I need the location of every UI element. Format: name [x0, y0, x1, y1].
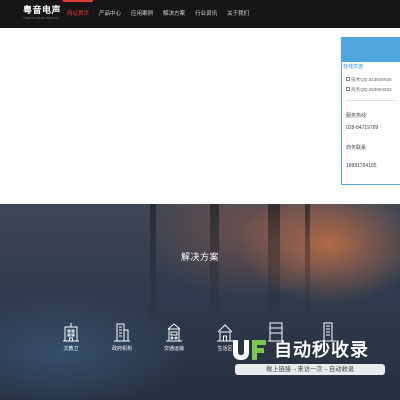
solutions-title: 解决方案: [180, 252, 219, 262]
government-building-icon: [114, 323, 130, 342]
nav-about[interactable]: 关于我们: [223, 0, 253, 28]
background-decoration: [150, 204, 156, 324]
nav-cases[interactable]: 应用案例: [127, 0, 157, 28]
watermark-badge[interactable]: 自动秒收录 做上链接→来访一次→自动收录: [229, 332, 394, 380]
tech-qq-text: 技术QQ:343936925: [351, 77, 392, 82]
nav-home[interactable]: 网站首页: [63, 0, 94, 28]
business-phone: 18981784165: [346, 163, 377, 169]
watermark-title: 自动秒收录: [274, 340, 369, 360]
background-decoration: [268, 204, 280, 324]
online-service-panel: 在线交流 技术QQ:343936925 商务QQ:283984932 服务热线:…: [341, 37, 400, 185]
service-panel-header: [342, 38, 400, 62]
main-nav: 网站首页 产品中心 应用案例 解决方案 行业资讯 关于我们: [63, 0, 255, 28]
category-transport[interactable]: 交通运输: [154, 321, 194, 352]
nav-news[interactable]: 行业资讯: [191, 0, 221, 28]
hotline-number: 028-84719789: [346, 125, 379, 131]
logo-english-name: YUEYIN ELECTRONIC: [23, 16, 60, 20]
top-nav-bar: 粤音电声 YUEYIN ELECTRONIC 网站首页 产品中心 应用案例 解决…: [0, 0, 400, 28]
hotline-label: 服务热线:: [346, 113, 368, 119]
category-label: 交通运输: [163, 346, 184, 352]
business-qq-link[interactable]: 商务QQ:283984932: [346, 87, 392, 93]
site-logo[interactable]: 粤音电声 YUEYIN ELECTRONIC: [23, 5, 65, 25]
watermark-logo-icon: [233, 340, 266, 360]
nav-solutions[interactable]: 解决方案: [159, 0, 189, 28]
transport-station-icon: [166, 323, 182, 342]
qq-icon: [346, 87, 350, 92]
category-government[interactable]: 政府机构: [102, 321, 142, 352]
service-panel-title: 在线交流: [343, 64, 364, 70]
school-building-icon: [63, 323, 79, 342]
nav-products[interactable]: 产品中心: [95, 0, 125, 28]
qq-icon: [346, 77, 350, 82]
category-label: 政府机构: [111, 346, 132, 352]
logo-chinese-name: 粤音电声: [23, 5, 62, 15]
business-qq-text: 商务QQ:283984932: [351, 87, 392, 92]
watermark-subtitle: 做上链接→来访一次→自动收录: [235, 364, 385, 375]
background-decoration: [210, 204, 219, 324]
business-contact-label: 商务联系:: [346, 145, 368, 151]
panel-divider: [346, 100, 396, 101]
background-decoration: [305, 204, 310, 324]
tech-qq-link[interactable]: 技术QQ:343936925: [346, 77, 392, 83]
category-education[interactable]: 文教卫: [51, 321, 91, 352]
category-label: 文教卫: [63, 346, 79, 352]
